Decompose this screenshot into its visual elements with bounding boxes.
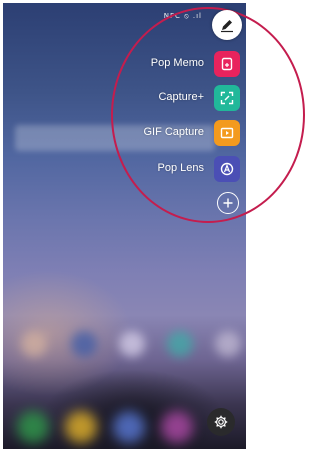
menu-item-capture-plus[interactable]: Capture+	[120, 85, 244, 111]
menu-item-pop-lens[interactable]: Pop Lens	[120, 156, 244, 182]
menu-item-label: GIF Capture	[143, 126, 204, 138]
menu-item-label: Capture+	[158, 91, 204, 103]
pop-memo-button[interactable]	[214, 51, 240, 77]
pop-memo-icon	[221, 57, 233, 71]
menu-item-gif-capture[interactable]: GIF Capture	[120, 120, 244, 146]
add-icon	[223, 198, 233, 208]
settings-button[interactable]	[207, 408, 235, 436]
pen-icon	[221, 20, 233, 33]
add-button[interactable]	[217, 192, 239, 214]
menu-item-label: Pop Memo	[150, 57, 204, 69]
menu-item-pop-memo[interactable]: Pop Memo	[120, 51, 244, 77]
gif-capture-icon	[220, 127, 234, 139]
gear-icon	[214, 415, 228, 429]
status-bar: NFC ⦸ .ıl	[163, 12, 202, 20]
blurred-app-icons	[19, 331, 241, 361]
pen-button[interactable]	[212, 10, 242, 40]
menu-item-label: Pop Lens	[157, 162, 204, 174]
gif-capture-button[interactable]	[214, 120, 240, 146]
pop-lens-icon	[220, 162, 234, 176]
pop-lens-button[interactable]	[214, 156, 240, 182]
capture-plus-icon	[220, 91, 234, 105]
capture-plus-button[interactable]	[214, 85, 240, 111]
